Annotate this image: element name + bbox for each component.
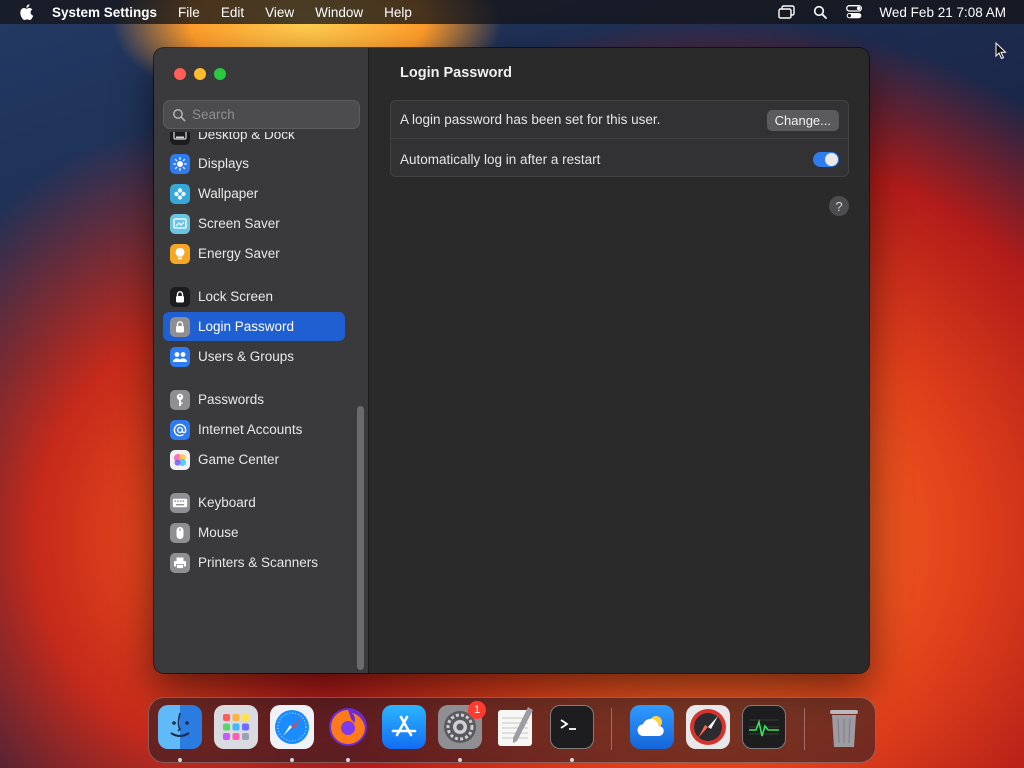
- sidebar-item-label: Displays: [198, 156, 250, 171]
- game-center-icon: [170, 449, 190, 470]
- terminal-icon[interactable]: [550, 705, 594, 749]
- dock: 1: [148, 697, 876, 763]
- sidebar-search[interactable]: [163, 100, 360, 129]
- login-password-panel: A login password has been set for this u…: [390, 100, 849, 177]
- close-button[interactable]: [174, 68, 186, 80]
- dock-separator: [804, 708, 805, 750]
- firefox-icon[interactable]: [326, 705, 370, 749]
- displays-icon: [170, 153, 190, 174]
- sidebar-item-label: Passwords: [198, 392, 265, 407]
- running-indicator: [346, 758, 350, 762]
- sidebar-item-keyboard[interactable]: Keyboard: [163, 488, 345, 517]
- sidebar-item-desktop-dock[interactable]: Desktop & Dock: [163, 132, 345, 149]
- search-icon: [173, 108, 186, 121]
- sidebar-item-label: Desktop & Dock: [198, 132, 295, 142]
- finder-icon[interactable]: [158, 705, 202, 749]
- menu-file[interactable]: File: [178, 5, 200, 20]
- sidebar-item-printers-scanners[interactable]: Printers & Scanners: [163, 548, 345, 577]
- activity-monitor-icon[interactable]: [742, 705, 786, 749]
- sidebar-item-wallpaper[interactable]: Wallpaper: [163, 179, 345, 208]
- sidebar-item-users-groups[interactable]: Users & Groups: [163, 342, 345, 371]
- sidebar-item-label: Lock Screen: [198, 289, 274, 304]
- sidebar-scrollbar[interactable]: [357, 406, 364, 670]
- launchpad-icon[interactable]: [214, 705, 258, 749]
- screen-saver-icon: [170, 213, 190, 234]
- sidebar-item-login-password[interactable]: Login Password: [163, 312, 345, 341]
- textedit-icon[interactable]: [494, 705, 538, 749]
- mouse-cursor-icon: [995, 42, 1007, 60]
- trash-icon[interactable]: [822, 705, 866, 749]
- sidebar-item-label: Internet Accounts: [198, 422, 303, 437]
- sidebar-item-mouse[interactable]: Mouse: [163, 518, 345, 547]
- page-title: Login Password: [400, 65, 512, 81]
- minimize-button[interactable]: [194, 68, 206, 80]
- sidebar-item-label: Wallpaper: [198, 186, 259, 201]
- printers-scanners-icon: [170, 552, 190, 573]
- sidebar-list: Desktop & Dock Displays Wallpaper Screen…: [163, 132, 353, 667]
- energy-saver-icon: [170, 243, 190, 264]
- notification-badge: 1: [468, 701, 486, 719]
- menu-window[interactable]: Window: [315, 5, 363, 20]
- menu-bar: System Settings File Edit View Window He…: [0, 0, 1024, 24]
- login-password-icon: [170, 316, 190, 337]
- auto-login-label: Automatically log in after a restart: [400, 151, 601, 167]
- content-pane: Login Password A login password has been…: [370, 48, 869, 673]
- sidebar-item-passwords[interactable]: Passwords: [163, 385, 345, 414]
- passwords-icon: [170, 389, 190, 410]
- sidebar-item-label: Printers & Scanners: [198, 555, 319, 570]
- menu-edit[interactable]: Edit: [221, 5, 244, 20]
- window-controls: [174, 68, 234, 80]
- lock-screen-icon: [170, 286, 190, 307]
- sidebar-item-game-center[interactable]: Game Center: [163, 445, 345, 474]
- running-indicator: [570, 758, 574, 762]
- change-password-button[interactable]: Change...: [766, 110, 839, 131]
- control-center-icon[interactable]: [845, 3, 863, 21]
- sidebar-item-label: Mouse: [198, 525, 239, 540]
- menubar-clock[interactable]: Wed Feb 21 7:08 AM: [879, 5, 1006, 20]
- menu-help[interactable]: Help: [384, 5, 412, 20]
- menu-view[interactable]: View: [265, 5, 294, 20]
- screen-mirroring-icon[interactable]: [777, 3, 795, 21]
- spotlight-search-icon[interactable]: [811, 3, 829, 21]
- weather-icon[interactable]: [630, 705, 674, 749]
- system-settings-icon[interactable]: 1: [438, 701, 486, 749]
- desktop-dock-icon: [170, 132, 190, 145]
- dock-separator: [611, 708, 612, 750]
- wallpaper-icon: [170, 183, 190, 204]
- sidebar: Desktop & Dock Displays Wallpaper Screen…: [154, 48, 369, 673]
- users-groups-icon: [170, 346, 190, 367]
- safari-icon[interactable]: [270, 705, 314, 749]
- system-settings-window: Desktop & Dock Displays Wallpaper Screen…: [154, 48, 869, 673]
- help-button[interactable]: ?: [829, 196, 849, 216]
- sidebar-item-label: Energy Saver: [198, 246, 280, 261]
- running-indicator: [178, 758, 182, 762]
- app-store-icon[interactable]: [382, 705, 426, 749]
- sidebar-item-screen-saver[interactable]: Screen Saver: [163, 209, 345, 238]
- sidebar-item-label: Login Password: [198, 319, 295, 334]
- keyboard-icon: [170, 492, 190, 513]
- mouse-icon: [170, 522, 190, 543]
- apple-logo-icon[interactable]: [16, 2, 36, 22]
- sidebar-item-label: Keyboard: [198, 495, 256, 510]
- sidebar-item-label: Screen Saver: [198, 216, 280, 231]
- running-indicator: [458, 758, 462, 762]
- compass-app-icon[interactable]: [686, 705, 730, 749]
- sidebar-item-displays[interactable]: Displays: [163, 149, 345, 178]
- auto-login-toggle[interactable]: [813, 152, 839, 167]
- auto-login-row: Automatically log in after a restart: [391, 140, 848, 178]
- sidebar-item-label: Users & Groups: [198, 349, 295, 364]
- sidebar-item-energy-saver[interactable]: Energy Saver: [163, 239, 345, 268]
- sidebar-item-lock-screen[interactable]: Lock Screen: [163, 282, 345, 311]
- search-input[interactable]: [192, 107, 352, 122]
- zoom-button[interactable]: [214, 68, 226, 80]
- password-status-label: A login password has been set for this u…: [400, 112, 661, 127]
- password-status-row: A login password has been set for this u…: [391, 101, 848, 139]
- sidebar-item-label: Game Center: [198, 452, 280, 467]
- sidebar-item-internet-accounts[interactable]: Internet Accounts: [163, 415, 345, 444]
- running-indicator: [290, 758, 294, 762]
- internet-accounts-icon: [170, 419, 190, 440]
- toggle-knob: [825, 153, 838, 166]
- menu-app-name[interactable]: System Settings: [52, 5, 157, 20]
